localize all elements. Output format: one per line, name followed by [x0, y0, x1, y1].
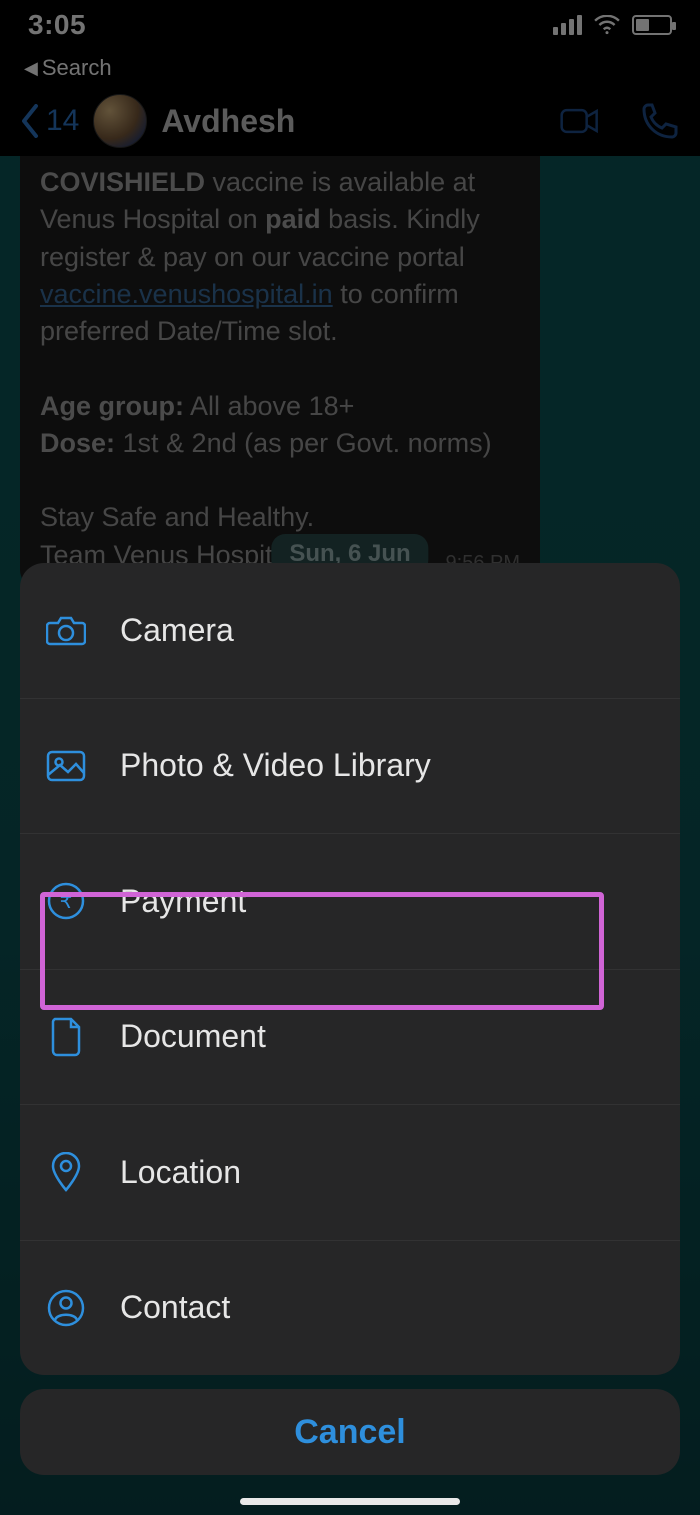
camera-icon [46, 610, 86, 650]
sheet-item-label: Photo & Video Library [120, 747, 431, 784]
svg-text:₹: ₹ [60, 891, 73, 913]
home-indicator[interactable] [240, 1498, 460, 1505]
screen: 3:05 ◀ Search 14 Avdhesh COVISHIELD vacc… [0, 0, 700, 1515]
sheet-item-photo-library[interactable]: Photo & Video Library [20, 699, 680, 835]
cancel-button[interactable]: Cancel [20, 1389, 680, 1475]
sheet-item-camera[interactable]: Camera [20, 563, 680, 699]
location-icon [46, 1152, 86, 1192]
photo-library-icon [46, 746, 86, 786]
contact-icon [46, 1288, 86, 1328]
sheet-item-payment[interactable]: ₹ Payment [20, 834, 680, 970]
sheet-item-label: Document [120, 1018, 266, 1055]
sheet-item-label: Location [120, 1154, 241, 1191]
sheet-item-label: Camera [120, 612, 234, 649]
sheet-item-label: Payment [120, 883, 246, 920]
cancel-label: Cancel [294, 1413, 406, 1452]
sheet-item-location[interactable]: Location [20, 1105, 680, 1241]
payment-icon: ₹ [46, 881, 86, 921]
document-icon [46, 1017, 86, 1057]
sheet-item-label: Contact [120, 1289, 230, 1326]
sheet-item-contact[interactable]: Contact [20, 1241, 680, 1376]
sheet-item-document[interactable]: Document [20, 970, 680, 1106]
attachment-sheet: Camera Photo & Video Library ₹ Payment D… [20, 563, 680, 1375]
